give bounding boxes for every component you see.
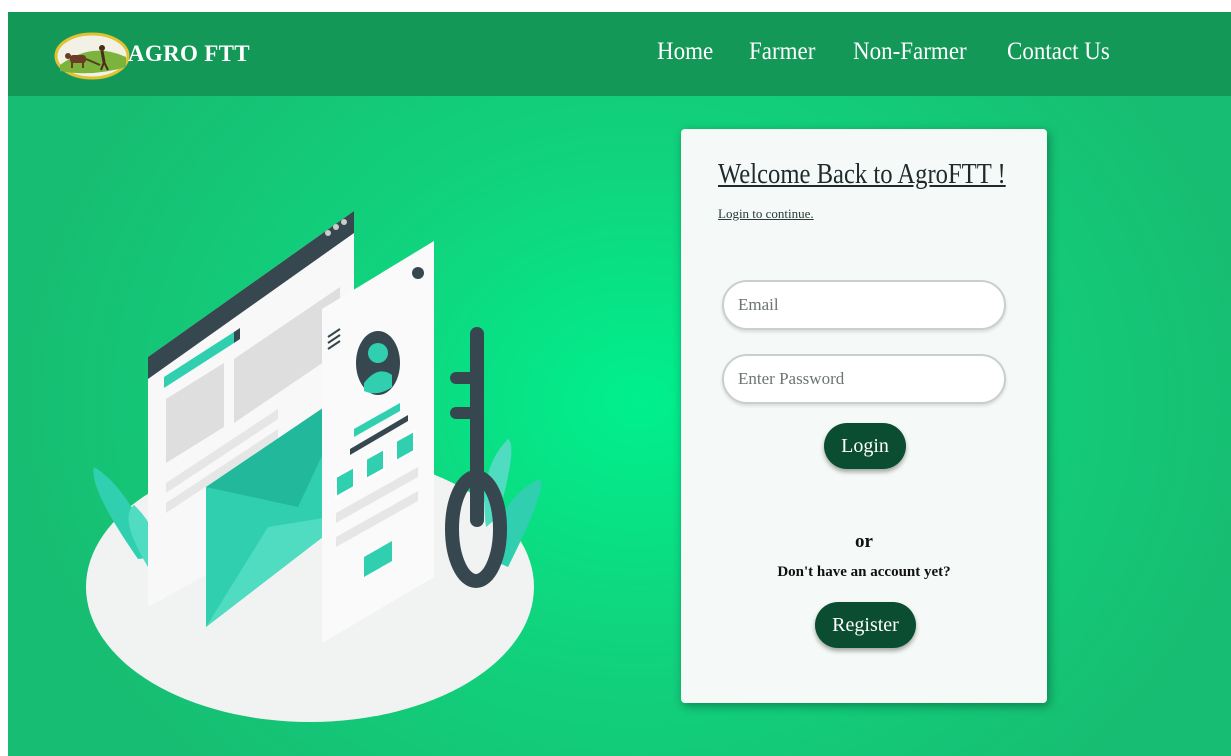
secure-login-illustration-icon bbox=[86, 211, 542, 722]
email-input[interactable] bbox=[722, 280, 1006, 330]
nav-home[interactable]: Home bbox=[657, 38, 713, 66]
login-title: Welcome Back to AgroFTT ! bbox=[718, 159, 1006, 190]
login-card: Welcome Back to AgroFTT ! Login to conti… bbox=[681, 129, 1047, 703]
nav-contact-us[interactable]: Contact Us bbox=[1007, 38, 1110, 66]
brand-name: AGRO FTT bbox=[128, 41, 250, 66]
login-button[interactable]: Login bbox=[824, 423, 906, 469]
register-button[interactable]: Register bbox=[815, 602, 916, 648]
or-divider-text: or bbox=[855, 531, 873, 552]
login-subtitle: Login to continue. bbox=[718, 206, 814, 221]
farmer-plough-logo-icon bbox=[54, 32, 130, 80]
nav-non-farmer[interactable]: Non-Farmer bbox=[853, 38, 967, 66]
brand[interactable]: AGRO FTT bbox=[52, 24, 250, 84]
password-input[interactable] bbox=[722, 354, 1006, 404]
no-account-text: Don't have an account yet? bbox=[777, 564, 951, 580]
navbar: AGRO FTT Home Farmer Non-Farmer Contact … bbox=[8, 12, 1231, 96]
main-nav: Home Farmer Non-Farmer Contact Us bbox=[657, 38, 1119, 66]
page: AGRO FTT Home Farmer Non-Farmer Contact … bbox=[8, 12, 1231, 756]
nav-farmer[interactable]: Farmer bbox=[749, 38, 815, 66]
